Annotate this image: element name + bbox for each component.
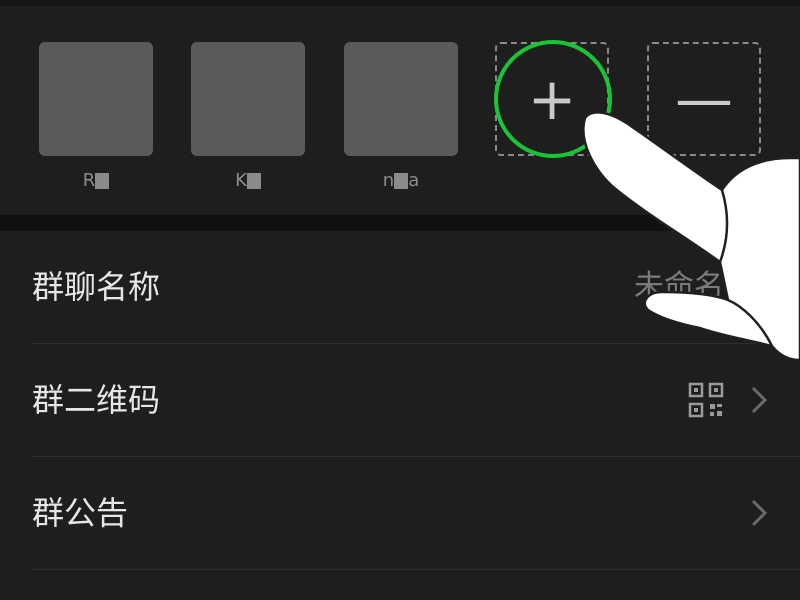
member-name-text: R — [82, 170, 96, 191]
member-name-text-suffix: a — [408, 170, 420, 191]
group-qr-label: 群二维码 — [32, 381, 161, 419]
chevron-right-icon — [751, 499, 768, 527]
remove-member-button[interactable]: — — [647, 42, 761, 156]
masked-name-block — [246, 173, 261, 189]
top-divider — [0, 0, 800, 6]
member-name-text: n — [382, 170, 395, 191]
chevron-right-icon — [751, 273, 768, 301]
plus-icon: + — [527, 65, 577, 133]
add-member-button[interactable]: + — [495, 42, 609, 156]
group-chat-settings-screen: R K na + — 群聊名称 未命名 群二维码 群公告 — [0, 0, 800, 600]
group-notice-label: 群公告 — [32, 494, 129, 532]
avatar[interactable] — [344, 42, 458, 156]
group-name-row[interactable]: 群聊名称 未命名 — [0, 231, 800, 343]
masked-name-block — [394, 173, 409, 189]
group-name-label: 群聊名称 — [32, 268, 161, 306]
row-divider — [32, 569, 800, 570]
settings-list: 群聊名称 未命名 群二维码 群公告 — [0, 231, 800, 600]
qr-code-icon — [688, 382, 724, 418]
member-name-text: K — [235, 170, 247, 191]
member-name: K — [191, 170, 305, 192]
chevron-right-icon — [751, 386, 768, 414]
avatar[interactable] — [191, 42, 305, 156]
masked-name-block — [95, 173, 110, 189]
minus-icon: — — [675, 65, 733, 133]
member-tile[interactable]: na — [344, 42, 458, 192]
section-gap — [0, 215, 800, 231]
group-name-value: 未命名 — [634, 269, 724, 304]
avatar[interactable] — [39, 42, 153, 156]
group-notice-row[interactable]: 群公告 — [0, 457, 800, 569]
member-tile[interactable]: R — [39, 42, 153, 192]
member-tile[interactable]: K — [191, 42, 305, 192]
member-name: R — [39, 170, 153, 192]
members-section: R K na + — — [0, 0, 800, 215]
member-name: na — [344, 170, 458, 192]
group-qr-row[interactable]: 群二维码 — [0, 344, 800, 456]
